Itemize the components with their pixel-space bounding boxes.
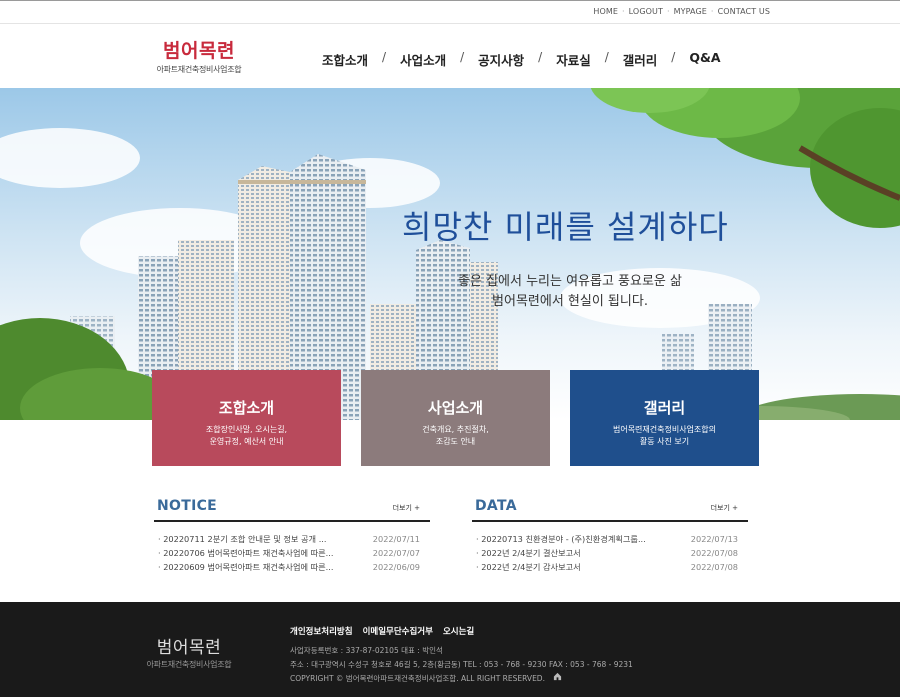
union-intro-card[interactable]: 조합소개 조합장인사말, 오시는길, 운영규정, 예산서 안내 bbox=[152, 370, 341, 466]
site-logo[interactable]: 범어목련 아파트재건축정비사업조합 bbox=[150, 36, 248, 75]
notice-board: NOTICE 더보기 + · 20220711 2분기 조합 안내문 및 정보 … bbox=[154, 498, 430, 574]
list-item-title[interactable]: · 20220609 범어목련아파트 재건축사업에 따른... bbox=[158, 560, 333, 574]
mypage-link[interactable]: MYPAGE bbox=[674, 7, 707, 16]
notice-more-link[interactable]: 더보기 + bbox=[393, 503, 420, 513]
list-item-date: 2022/07/07 bbox=[372, 548, 420, 558]
notice-board-header: NOTICE 더보기 + bbox=[154, 498, 430, 522]
address-contact: 주소 : 대구광역시 수성구 청호로 46길 5, 2층(황금동) TEL : … bbox=[290, 660, 633, 669]
card-description-line2: 조감도 안내 bbox=[435, 437, 476, 446]
list-item[interactable]: · 2022년 2/4분기 결산보고서 2022/07/08 bbox=[472, 546, 748, 560]
footer-logo: 범어목련 아파트재건축정비사업조합 bbox=[144, 633, 234, 670]
footer-links: 개인정보처리방침 이메일무단수집거부 오시는길 bbox=[290, 625, 474, 637]
footer: 범어목련 아파트재건축정비사업조합 개인정보처리방침 이메일무단수집거부 오시는… bbox=[0, 602, 900, 697]
nav-item-archive[interactable]: 자료실 bbox=[556, 50, 591, 69]
data-list: · 20220713 친환경분야 - (주)친환경계획그룹... 2022/07/… bbox=[472, 532, 748, 574]
list-item-date: 2022/07/13 bbox=[690, 534, 738, 544]
nav-item-notice[interactable]: 공지사항 bbox=[478, 50, 524, 69]
hero-subtitle-line2: 범어목련에서 현실이 됩니다. bbox=[492, 294, 648, 309]
list-item[interactable]: · 20220713 친환경분야 - (주)친환경계획그룹... 2022/07/… bbox=[472, 532, 748, 546]
data-more-link[interactable]: 더보기 + bbox=[711, 503, 738, 513]
card-title: 조합소개 bbox=[218, 399, 275, 417]
footer-info: 사업자등록번호 : 337-87-02105 대표 : 박인석 주소 : 대구광… bbox=[290, 644, 633, 686]
home-link[interactable]: HOME bbox=[593, 7, 618, 16]
footer-logo-subtitle: 아파트재건축정비사업조합 bbox=[146, 660, 232, 669]
list-item-title[interactable]: · 20220706 범어목련아파트 재건축사업에 따른... bbox=[158, 546, 333, 560]
business-intro-card[interactable]: 사업소개 건축개요, 추진절차, 조감도 안내 bbox=[361, 370, 550, 466]
utility-links: HOME · LOGOUT · MYPAGE · CONTACT US bbox=[593, 7, 770, 16]
home-icon[interactable] bbox=[553, 672, 562, 686]
logout-link[interactable]: LOGOUT bbox=[629, 7, 663, 16]
nav-item-union-intro[interactable]: 조합소개 bbox=[322, 50, 368, 69]
business-registration: 사업자등록번호 : 337-87-02105 대표 : 박인석 bbox=[290, 646, 443, 655]
card-description-line2: 활동 사진 보기 bbox=[639, 437, 690, 446]
main-nav: 조합소개 / 사업소개 / 공지사항 / 자료실 / 갤러리 / Q&A bbox=[322, 50, 721, 69]
card-description-line1: 범어목련재건축정비사업조합의 bbox=[612, 425, 717, 434]
copyright: COPYRIGHT © 범어목련아파트재건축정비사업조합. ALL RIGHT … bbox=[290, 672, 633, 686]
list-item-title[interactable]: · 2022년 2/4분기 결산보고서 bbox=[476, 546, 581, 560]
card-description: 조합장인사말, 오시는길, 운영규정, 예산서 안내 bbox=[152, 424, 341, 448]
list-item[interactable]: · 20220609 범어목련아파트 재건축사업에 따른... 2022/06/0… bbox=[154, 560, 430, 574]
logo-title: 범어목련 bbox=[163, 40, 235, 62]
contact-us-link[interactable]: CONTACT US bbox=[718, 7, 770, 16]
list-item-title[interactable]: · 2022년 2/4분기 감사보고서 bbox=[476, 560, 581, 574]
hero-subtitle-line1: 좋은 집에서 누리는 여유롭고 풍요로운 삶 bbox=[458, 274, 682, 289]
card-title: 갤러리 bbox=[643, 399, 686, 417]
list-item-date: 2022/07/11 bbox=[372, 534, 420, 544]
notice-list: · 20220711 2분기 조합 안내문 및 정보 공개 ... 2022/07… bbox=[154, 532, 430, 574]
card-description: 범어목련재건축정비사업조합의 활동 사진 보기 bbox=[570, 424, 759, 448]
list-item-date: 2022/07/08 bbox=[690, 548, 738, 558]
list-item[interactable]: · 20220711 2분기 조합 안내문 및 정보 공개 ... 2022/07… bbox=[154, 532, 430, 546]
notice-board-title: NOTICE bbox=[157, 498, 218, 514]
hero-subtitle: 좋은 집에서 누리는 여유롭고 풍요로운 삶 범어목련에서 현실이 됩니다. bbox=[440, 272, 700, 312]
copyright-text: COPYRIGHT © 범어목련아파트재건축정비사업조합. ALL RIGHT … bbox=[290, 674, 545, 683]
header: 범어목련 아파트재건축정비사업조합 조합소개 / 사업소개 / 공지사항 / 자… bbox=[0, 24, 900, 88]
card-title: 사업소개 bbox=[427, 399, 484, 417]
card-description-line2: 운영규정, 예산서 안내 bbox=[209, 437, 284, 446]
nav-item-business-intro[interactable]: 사업소개 bbox=[400, 50, 446, 69]
card-description: 건축개요, 추진절차, 조감도 안내 bbox=[361, 424, 550, 448]
gallery-card[interactable]: 갤러리 범어목련재건축정비사업조합의 활동 사진 보기 bbox=[570, 370, 759, 466]
data-board: DATA 더보기 + · 20220713 친환경분야 - (주)친환경계획그룹… bbox=[472, 498, 748, 574]
list-item[interactable]: · 20220706 범어목련아파트 재건축사업에 따른... 2022/07/0… bbox=[154, 546, 430, 560]
card-description-line1: 조합장인사말, 오시는길, bbox=[205, 425, 288, 434]
logo-subtitle: 아파트재건축정비사업조합 bbox=[156, 65, 242, 74]
nav-item-qna[interactable]: Q&A bbox=[689, 50, 720, 69]
utility-bar: HOME · LOGOUT · MYPAGE · CONTACT US bbox=[0, 0, 900, 24]
hero-title: 희망찬 미래를 설계하다 bbox=[402, 208, 729, 246]
list-item[interactable]: · 2022년 2/4분기 감사보고서 2022/07/08 bbox=[472, 560, 748, 574]
nav-item-gallery[interactable]: 갤러리 bbox=[623, 50, 658, 69]
list-item-date: 2022/06/09 bbox=[372, 562, 420, 572]
list-item-title[interactable]: · 20220711 2분기 조합 안내문 및 정보 공개 ... bbox=[158, 532, 327, 546]
email-refusal-link[interactable]: 이메일무단수집거부 bbox=[363, 625, 433, 637]
data-board-title: DATA bbox=[475, 498, 517, 514]
card-description-line1: 건축개요, 추진절차, bbox=[422, 425, 489, 434]
list-item-title[interactable]: · 20220713 친환경분야 - (주)친환경계획그룹... bbox=[476, 532, 646, 546]
privacy-policy-link[interactable]: 개인정보처리방침 bbox=[290, 625, 353, 637]
directions-link[interactable]: 오시는길 bbox=[443, 625, 474, 637]
list-item-date: 2022/07/08 bbox=[690, 562, 738, 572]
footer-logo-title: 범어목련 bbox=[156, 638, 222, 658]
data-board-header: DATA 더보기 + bbox=[472, 498, 748, 522]
